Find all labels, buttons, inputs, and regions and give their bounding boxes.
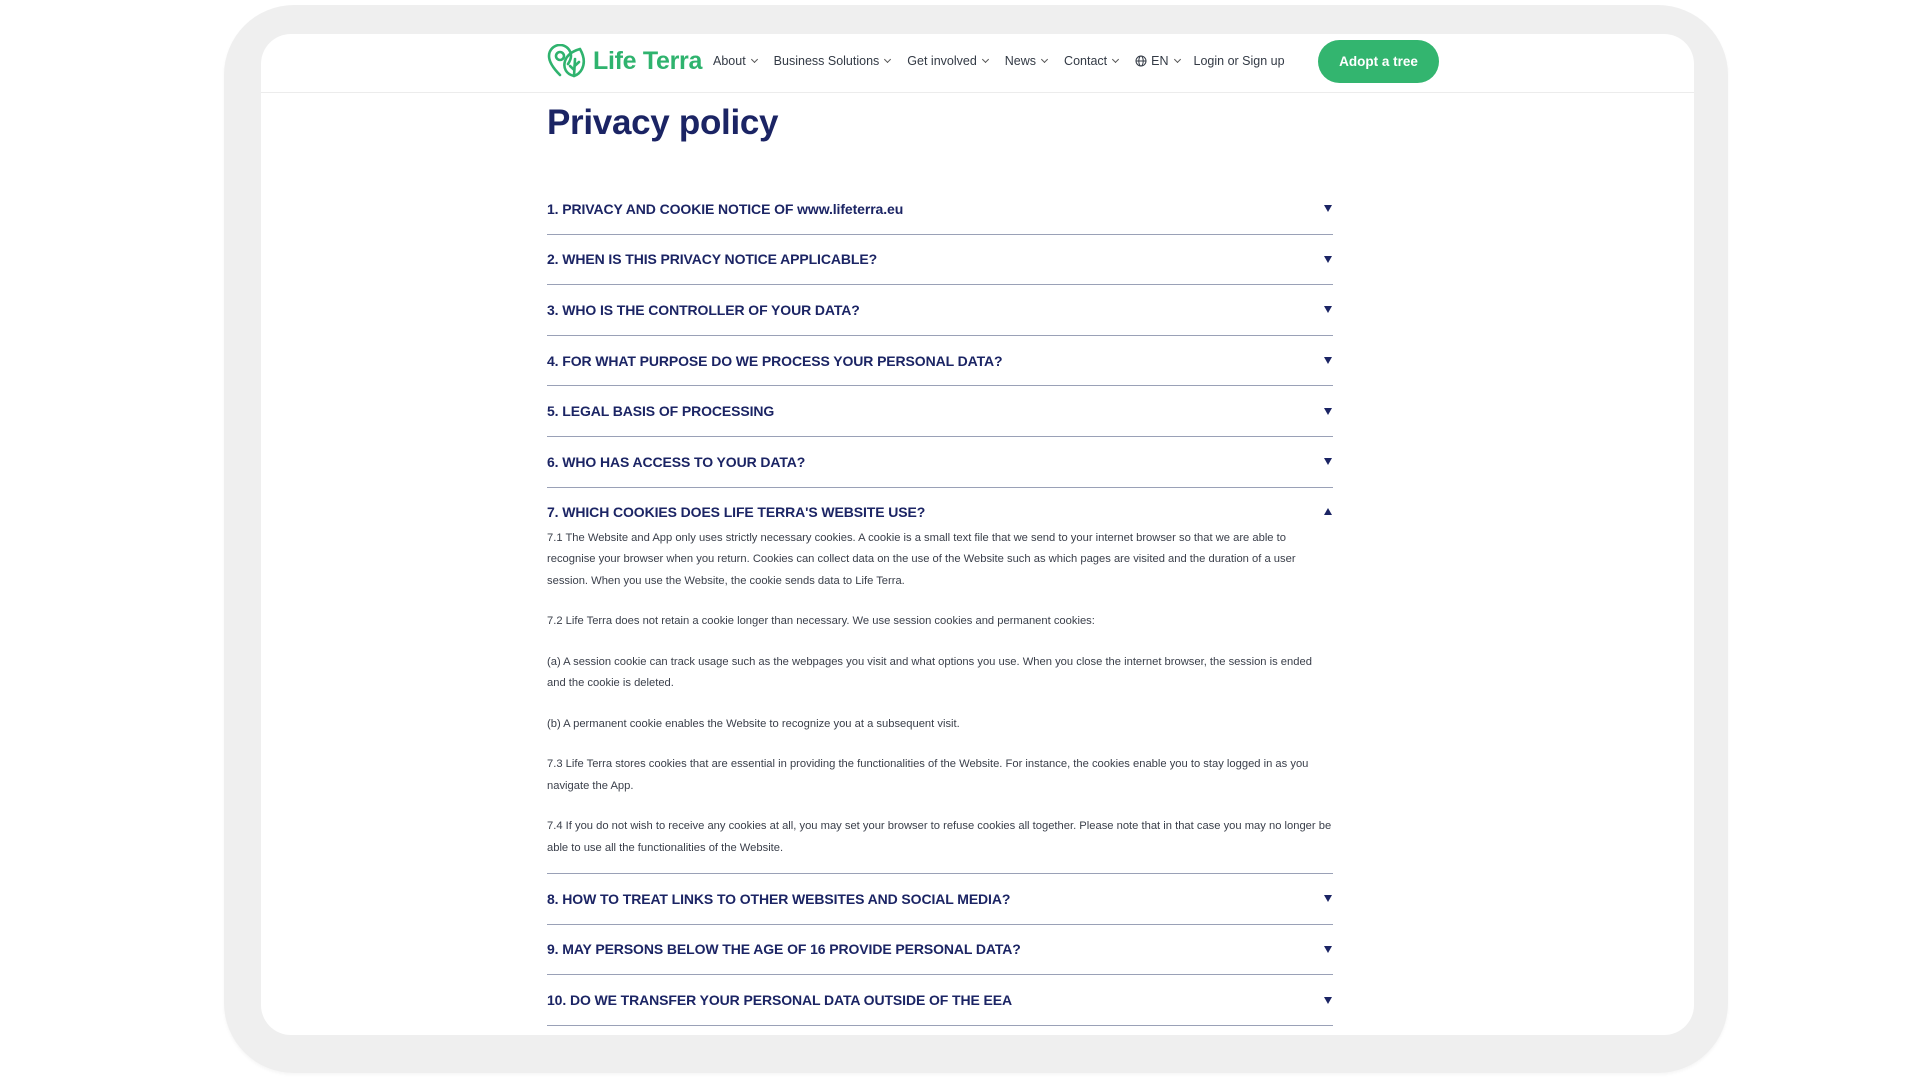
site-header: Life Terra About Business Solutions Get … bbox=[261, 34, 1694, 93]
accordion-item: 2. WHEN IS THIS PRIVACY NOTICE APPLICABL… bbox=[547, 235, 1333, 286]
accordion-item: 8. HOW TO TREAT LINKS TO OTHER WEBSITES … bbox=[547, 874, 1333, 925]
page-title: Privacy policy bbox=[547, 103, 779, 142]
accordion-item: 9. MAY PERSONS BELOW THE AGE OF 16 PROVI… bbox=[547, 925, 1333, 976]
adopt-a-tree-button[interactable]: Adopt a tree bbox=[1318, 40, 1439, 83]
chevron-down-icon bbox=[1173, 55, 1181, 64]
accordion-item: 6. WHO HAS ACCESS TO YOUR DATA? bbox=[547, 437, 1333, 488]
paragraph-7-2-b: (b) A permanent cookie enables the Websi… bbox=[547, 717, 960, 730]
accordion-item: 1. PRIVACY AND COOKIE NOTICE OF www.life… bbox=[547, 184, 1333, 235]
privacy-policy-content: Privacy policy 1. PRIVACY AND COOKIE NOT… bbox=[547, 102, 1333, 1035]
accordion-title: 9. MAY PERSONS BELOW THE AGE OF 16 PROVI… bbox=[547, 941, 1021, 958]
caret-down-icon bbox=[1324, 205, 1332, 213]
accordion-title: 7. WHICH COOKIES DOES LIFE TERRA'S WEBSI… bbox=[547, 503, 926, 520]
nav-item-about[interactable]: About bbox=[713, 54, 758, 68]
logo-text: Life Terra bbox=[593, 46, 703, 75]
paragraph-7-2-a: (a) A session cookie can track usage suc… bbox=[547, 655, 1312, 690]
accordion-title: 1. PRIVACY AND COOKIE NOTICE OF www.life… bbox=[547, 200, 904, 217]
language-selector[interactable]: EN bbox=[1135, 54, 1181, 68]
caret-up-icon bbox=[1324, 508, 1332, 516]
nav-item-news[interactable]: News bbox=[1004, 54, 1049, 68]
accordion-title: 10. DO WE TRANSFER YOUR PERSONAL DATA OU… bbox=[547, 992, 1013, 1009]
chevron-down-icon bbox=[1041, 55, 1049, 64]
caret-down-icon bbox=[1324, 458, 1332, 466]
accordion-body: 7.1 The Website and App only uses strict… bbox=[547, 528, 1333, 874]
globe-icon bbox=[1135, 55, 1147, 67]
paragraph-7-1: 7.1 The Website and App only uses strict… bbox=[547, 531, 1296, 587]
accordion-header-8[interactable]: 8. HOW TO TREAT LINKS TO OTHER WEBSITES … bbox=[547, 874, 1333, 924]
accordion-item: 10. DO WE TRANSFER YOUR PERSONAL DATA OU… bbox=[547, 975, 1333, 1026]
accordion-header-6[interactable]: 6. WHO HAS ACCESS TO YOUR DATA? bbox=[547, 437, 1333, 487]
life-terra-logo-icon bbox=[547, 44, 586, 78]
accordion-item: 3. WHO IS THE CONTROLLER OF YOUR DATA? bbox=[547, 285, 1333, 336]
accordion-header-9[interactable]: 9. MAY PERSONS BELOW THE AGE OF 16 PROVI… bbox=[547, 925, 1333, 975]
accordion-title: 3. WHO IS THE CONTROLLER OF YOUR DATA? bbox=[547, 301, 860, 318]
nav-label: Business Solutions bbox=[773, 54, 880, 68]
paragraph-7-4: 7.4 If you do not wish to receive any co… bbox=[547, 820, 1332, 854]
caret-down-icon bbox=[1324, 306, 1332, 314]
main-nav: About Business Solutions Get involved Ne… bbox=[713, 54, 1285, 68]
accordion-item: 4. FOR WHAT PURPOSE DO WE PROCESS YOUR P… bbox=[547, 336, 1333, 387]
accordion-header-3[interactable]: 3. WHO IS THE CONTROLLER OF YOUR DATA? bbox=[547, 285, 1333, 335]
nav-label: Get involved bbox=[907, 54, 977, 68]
chevron-down-icon bbox=[981, 55, 989, 64]
accordion-item: 5. LEGAL BASIS OF PROCESSING bbox=[547, 386, 1333, 437]
caret-down-icon bbox=[1324, 996, 1332, 1004]
accordion-header-4[interactable]: 4. FOR WHAT PURPOSE DO WE PROCESS YOUR P… bbox=[547, 336, 1333, 386]
accordion: 1. PRIVACY AND COOKIE NOTICE OF www.life… bbox=[547, 184, 1333, 1035]
browser-viewport: Life Terra About Business Solutions Get … bbox=[261, 34, 1694, 1035]
language-label: EN bbox=[1151, 54, 1169, 68]
caret-down-icon bbox=[1324, 255, 1332, 263]
nav-item-business-solutions[interactable]: Business Solutions bbox=[773, 54, 892, 68]
accordion-item: 11. HOW DO WE PROTECT YOUR PERSONAL DATA… bbox=[547, 1026, 1333, 1035]
nav-label: About bbox=[713, 54, 746, 68]
logo-link[interactable]: Life Terra bbox=[547, 44, 702, 78]
accordion-header-10[interactable]: 10. DO WE TRANSFER YOUR PERSONAL DATA OU… bbox=[547, 975, 1333, 1025]
accordion-title: 5. LEGAL BASIS OF PROCESSING bbox=[547, 403, 775, 420]
chevron-down-icon bbox=[884, 55, 892, 64]
caret-down-icon bbox=[1324, 357, 1332, 365]
nav-label: Contact bbox=[1064, 54, 1108, 68]
accordion-title: 6. WHO HAS ACCESS TO YOUR DATA? bbox=[547, 453, 806, 470]
nav-item-contact[interactable]: Contact bbox=[1064, 54, 1120, 68]
caret-down-icon bbox=[1324, 945, 1332, 953]
caret-down-icon bbox=[1324, 407, 1332, 415]
login-signup-link[interactable]: Login or Sign up bbox=[1194, 54, 1285, 68]
accordion-item-expanded: 7. WHICH COOKIES DOES LIFE TERRA'S WEBSI… bbox=[547, 488, 1333, 875]
caret-down-icon bbox=[1324, 895, 1332, 903]
accordion-header-2[interactable]: 2. WHEN IS THIS PRIVACY NOTICE APPLICABL… bbox=[547, 235, 1333, 285]
paragraph-7-3: 7.3 Life Terra stores cookies that are e… bbox=[547, 758, 1309, 792]
accordion-header-1[interactable]: 1. PRIVACY AND COOKIE NOTICE OF www.life… bbox=[547, 184, 1333, 234]
accordion-header-11[interactable]: 11. HOW DO WE PROTECT YOUR PERSONAL DATA… bbox=[547, 1026, 1333, 1035]
chevron-down-icon bbox=[750, 55, 758, 64]
accordion-title: 2. WHEN IS THIS PRIVACY NOTICE APPLICABL… bbox=[547, 251, 878, 268]
paragraph-7-2: 7.2 Life Terra does not retain a cookie … bbox=[547, 615, 1095, 628]
accordion-header-5[interactable]: 5. LEGAL BASIS OF PROCESSING bbox=[547, 386, 1333, 436]
accordion-title: 8. HOW TO TREAT LINKS TO OTHER WEBSITES … bbox=[547, 890, 1011, 907]
nav-label: News bbox=[1004, 54, 1037, 68]
chevron-down-icon bbox=[1112, 55, 1120, 64]
nav-item-get-involved[interactable]: Get involved bbox=[907, 54, 989, 68]
accordion-title: 4. FOR WHAT PURPOSE DO WE PROCESS YOUR P… bbox=[547, 352, 1003, 369]
